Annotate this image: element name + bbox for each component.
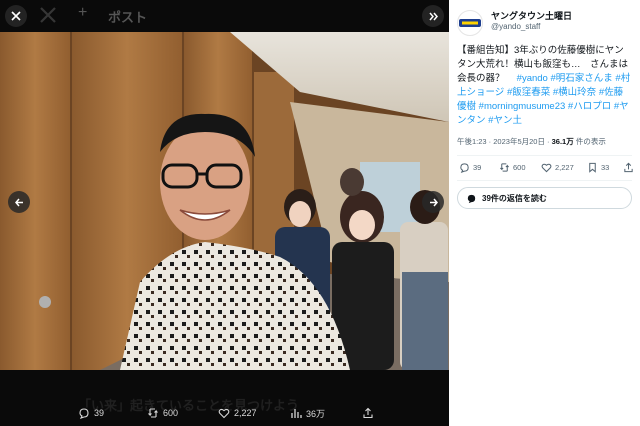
media-viewer: + ポスト 「い来」起きていることを見つけよう 39 600 2,227 36万	[0, 0, 449, 426]
plus-icon: +	[78, 4, 88, 21]
like-button[interactable]: 2,227	[541, 162, 574, 173]
post-label: ポスト	[108, 10, 148, 25]
hashtag-link[interactable]: #yando	[517, 73, 548, 84]
read-replies-button[interactable]: 39件の返信を読む	[457, 187, 632, 209]
repost-button[interactable]: 600	[499, 162, 526, 173]
divider	[457, 180, 632, 181]
collapse-panel-button[interactable]	[422, 5, 444, 27]
analytics-icon	[291, 409, 302, 418]
arrow-left-icon	[14, 198, 23, 206]
reply-icon	[460, 163, 469, 173]
avatar[interactable]	[457, 10, 483, 36]
tweet-photo	[0, 32, 449, 370]
hashtag-link[interactable]: #morningmusume23	[479, 101, 566, 112]
next-image-button[interactable]	[422, 191, 444, 213]
hashtag-link[interactable]: #横山玲奈	[553, 87, 596, 98]
reply-button[interactable]: 39	[459, 162, 481, 173]
read-replies-label: 39件の返信を読む	[482, 193, 547, 203]
hashtag-link[interactable]: #ハロプロ	[568, 101, 611, 112]
bookmark-button[interactable]: 33	[587, 162, 609, 173]
viewer-repost-count: 600	[163, 408, 179, 418]
bookmark-icon	[589, 162, 596, 173]
tweet-meta: 午後1:23 · 2023年5月20日 · 36.1万 件の表示	[457, 136, 632, 147]
hashtag-link[interactable]: #飯窪春菜	[507, 87, 550, 98]
x-logo-icon	[40, 7, 56, 23]
viewer-like-button[interactable]: 2,227	[218, 407, 257, 419]
hashtag-link[interactable]: #ヤン土	[488, 115, 522, 126]
repost-count: 600	[513, 163, 526, 172]
tweet-stats-bar: 39 600 2,227 33	[457, 156, 634, 180]
tweet-view-count: 36.1万	[551, 137, 574, 146]
hashtag-link[interactable]: #明石家さんま	[550, 73, 612, 84]
account-name[interactable]: ヤングタウン土曜日	[491, 9, 572, 22]
viewer-reply-button[interactable]: 39	[78, 407, 104, 419]
heart-icon	[218, 408, 230, 419]
repost-icon	[148, 408, 158, 418]
close-button[interactable]	[5, 5, 27, 27]
bookmark-count: 33	[601, 163, 610, 172]
tweet-detail-panel: ヤングタウン土曜日 @yando_staff 【番組告知】3年ぶりの佐藤優樹にヤ…	[449, 0, 640, 426]
close-icon	[11, 11, 21, 21]
viewer-share-button[interactable]	[362, 407, 374, 419]
viewer-topbar: + ポスト	[0, 0, 449, 32]
share-icon	[363, 407, 373, 419]
tweet-text: 【番組告知】3年ぶりの佐藤優樹にヤンタン大荒れ！横山も飯窪も… さんまは会長の器…	[457, 44, 632, 128]
arrow-right-icon	[429, 198, 438, 206]
double-chevron-right-icon	[428, 12, 438, 20]
viewer-reply-count: 39	[94, 408, 105, 418]
viewer-repost-button[interactable]: 600	[147, 407, 178, 419]
viewer-views-count: 36万	[306, 408, 326, 419]
reply-count: 39	[473, 163, 482, 172]
tweet-timestamp[interactable]: 午後1:23 · 2023年5月20日 ·	[457, 137, 552, 146]
like-count: 2,227	[555, 163, 574, 172]
viewer-views-button[interactable]: 36万	[290, 407, 325, 420]
media-viewer-screen: + ポスト 「い来」起きていることを見つけよう 39 600 2,227 36万…	[0, 0, 640, 426]
viewer-like-count: 2,227	[234, 408, 257, 418]
previous-image-button[interactable]	[8, 191, 30, 213]
tweet-author: ヤングタウン土曜日 @yando_staff	[457, 6, 632, 36]
viewer-action-bar: 39 600 2,227 36万	[0, 402, 449, 424]
tweet-view-suffix: 件の表示	[573, 137, 606, 146]
share-icon	[624, 162, 633, 173]
reply-icon	[467, 194, 476, 203]
station-logo-icon	[459, 19, 481, 27]
heart-icon	[541, 163, 552, 173]
reply-icon	[79, 408, 89, 419]
repost-icon	[500, 163, 509, 172]
share-button[interactable]	[623, 162, 634, 173]
account-handle[interactable]: @yando_staff	[491, 22, 540, 31]
